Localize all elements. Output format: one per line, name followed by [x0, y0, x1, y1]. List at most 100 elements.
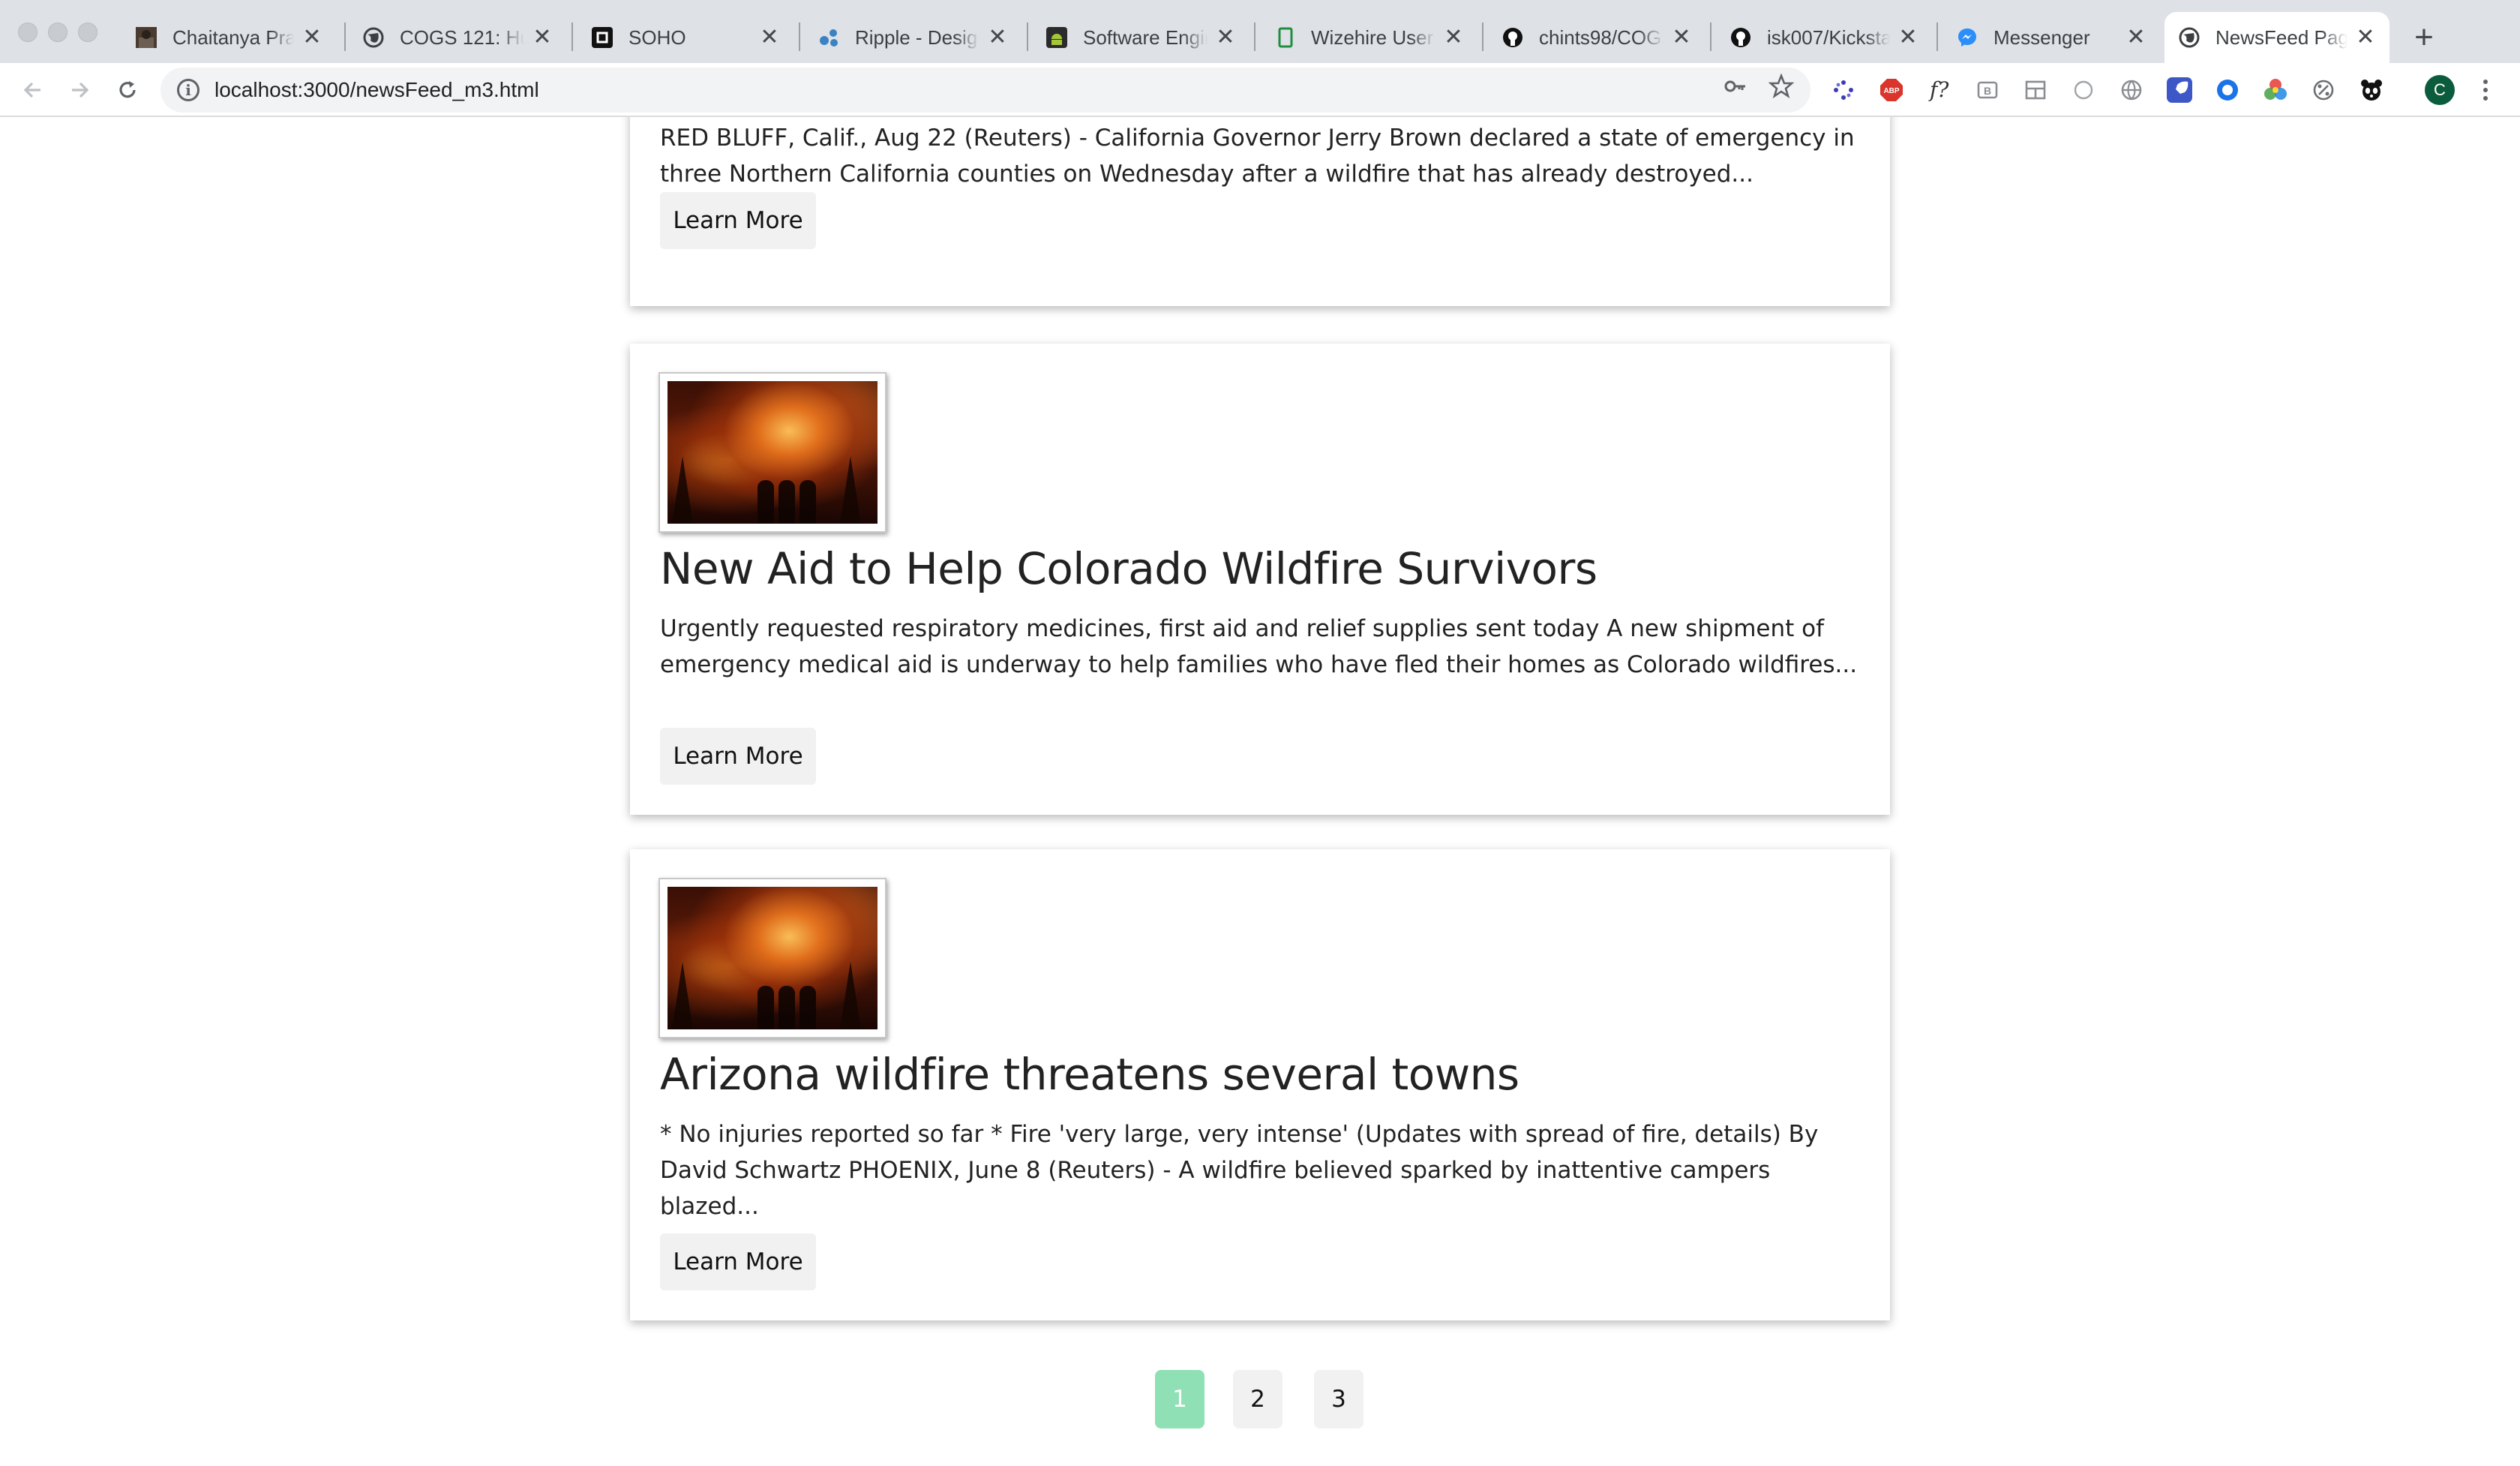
globe-icon: [362, 26, 385, 49]
new-tab-button[interactable]: +: [2408, 21, 2440, 54]
news-card: Arizona wildfire threatens several towns…: [630, 849, 1890, 1320]
tab-separator: [344, 23, 346, 51]
close-tab-icon[interactable]: ✕: [2355, 26, 2376, 49]
address-bar[interactable]: i localhost:3000/newsFeed_m3.html: [160, 68, 1810, 113]
close-tab-icon[interactable]: ✕: [987, 26, 1008, 49]
news-card-partial: RED BLUFF, Calif., Aug 22 (Reuters) - Ca…: [630, 117, 1890, 306]
close-tab-icon[interactable]: ✕: [2126, 26, 2146, 49]
browser-menu-icon[interactable]: [2476, 74, 2494, 107]
svg-text:f?: f?: [1928, 77, 1949, 102]
extension-percent-icon[interactable]: [2310, 77, 2337, 104]
font-finder-icon[interactable]: f?: [1926, 77, 1953, 104]
extension-ring-icon[interactable]: [2214, 77, 2241, 104]
back-arrow-icon: [23, 82, 40, 98]
extension-layout-icon[interactable]: [2022, 77, 2049, 104]
tab-title: Ripple - Design: [855, 26, 980, 49]
browser-tab[interactable]: SOHO ✕: [578, 12, 794, 63]
extension-panda-icon[interactable]: [2358, 77, 2385, 104]
close-tab-icon[interactable]: ✕: [1443, 26, 1464, 49]
color-picker-icon[interactable]: [2262, 77, 2289, 104]
browser-tab[interactable]: Ripple - Design ✕: [804, 12, 1022, 63]
tab-separator: [1710, 23, 1712, 51]
learn-more-button[interactable]: Learn More: [660, 728, 816, 785]
adblock-plus-icon[interactable]: ABP: [1878, 77, 1905, 104]
extension-globe-icon[interactable]: [2118, 77, 2145, 104]
close-tab-icon[interactable]: ✕: [532, 26, 553, 49]
page-2-button[interactable]: 2: [1233, 1370, 1282, 1428]
github-icon: [1730, 26, 1752, 49]
svg-text:ABP: ABP: [1883, 87, 1899, 95]
article-title[interactable]: Arizona wildfire threatens several towns: [660, 1049, 1520, 1100]
tab-title: Software Engin: [1083, 26, 1208, 49]
bookmark-star-icon[interactable]: [1768, 74, 1794, 99]
window-zoom-control[interactable]: [78, 23, 98, 42]
tab-title: Messenger: [1994, 26, 2090, 49]
extension-dots-icon[interactable]: [1830, 77, 1857, 104]
page-1-button[interactable]: 1: [1155, 1370, 1204, 1428]
browser-tab[interactable]: chints98/COGS ✕: [1488, 12, 1706, 63]
extension-circle-icon[interactable]: [2070, 77, 2097, 104]
tab-separator: [1482, 23, 1484, 51]
article-summary: Urgently requested respiratory medicines…: [660, 615, 1858, 678]
profile-photo-icon: [135, 26, 158, 49]
github-icon: [1502, 26, 1524, 49]
tab-title: Wizehire User: [1311, 26, 1434, 49]
tab-separator: [572, 23, 573, 51]
browser-tab[interactable]: isk007/Kickstar ✕: [1716, 12, 1932, 63]
profile-avatar[interactable]: C: [2425, 75, 2455, 105]
learn-more-button[interactable]: Learn More: [660, 1233, 816, 1290]
news-card: New Aid to Help Colorado Wildfire Surviv…: [630, 344, 1890, 815]
browser-tab[interactable]: Messenger ✕: [1942, 12, 2160, 63]
tab-separator: [1936, 23, 1938, 51]
browser-toolbar: i localhost:3000/newsFeed_m3.html ABP f?…: [0, 63, 2520, 117]
reload-button[interactable]: [112, 75, 142, 105]
tab-title: SOHO: [628, 26, 686, 49]
site-info-icon[interactable]: i: [177, 79, 200, 101]
soho-logo-icon: [591, 26, 614, 49]
tab-separator: [799, 23, 800, 51]
tab-title: COGS 121: Hum: [400, 26, 524, 49]
article-thumbnail[interactable]: [658, 878, 886, 1038]
wildfire-photo: [668, 381, 878, 524]
close-tab-icon[interactable]: ✕: [1215, 26, 1236, 49]
tab-title: Chaitanya Prash: [172, 26, 294, 49]
back-button[interactable]: [18, 75, 48, 105]
article-thumbnail[interactable]: [658, 372, 886, 533]
close-tab-icon[interactable]: ✕: [1671, 26, 1692, 49]
tab-separator: [1027, 23, 1028, 51]
browser-tab[interactable]: Software Engin ✕: [1032, 12, 1250, 63]
browser-tab[interactable]: Chaitanya Prash ✕: [122, 12, 336, 63]
learn-more-button[interactable]: Learn More: [660, 192, 816, 249]
forward-arrow-icon: [72, 82, 89, 98]
close-tab-icon[interactable]: ✕: [1898, 26, 1918, 49]
android-icon: [1046, 26, 1068, 49]
wildfire-photo: [668, 887, 878, 1029]
article-title[interactable]: New Aid to Help Colorado Wildfire Surviv…: [660, 543, 1598, 594]
ripple-logo-icon: [818, 26, 840, 49]
browser-tab[interactable]: COGS 121: Hum ✕: [349, 12, 566, 63]
key-icon[interactable]: [1722, 74, 1748, 99]
browser-tab-strip: Chaitanya Prash ✕ COGS 121: Hum ✕ SOHO ✕…: [0, 0, 2520, 63]
tab-title: chints98/COGS: [1539, 26, 1664, 49]
article-summary: RED BLUFF, Calif., Aug 22 (Reuters) - Ca…: [660, 125, 1855, 188]
close-tab-icon[interactable]: ✕: [759, 26, 780, 49]
window-close-control[interactable]: [18, 23, 38, 42]
tab-separator: [1254, 23, 1256, 51]
page-viewport: RED BLUFF, Calif., Aug 22 (Reuters) - Ca…: [0, 117, 2520, 1466]
window-minimize-control[interactable]: [48, 23, 68, 42]
svg-text:B: B: [1984, 85, 1991, 97]
forward-button[interactable]: [64, 75, 94, 105]
reload-icon: [119, 81, 136, 98]
close-tab-icon[interactable]: ✕: [302, 26, 322, 49]
tab-title: NewsFeed Pag: [2216, 26, 2348, 49]
globe-icon: [2178, 26, 2200, 49]
browser-tab-active[interactable]: NewsFeed Pag ✕: [2164, 12, 2390, 63]
url-text: localhost:3000/newsFeed_m3.html: [214, 78, 539, 101]
tab-title: isk007/Kickstar: [1767, 26, 1890, 49]
browser-tab[interactable]: Wizehire User ✕: [1260, 12, 1478, 63]
extension-rocket-icon[interactable]: [2166, 77, 2193, 104]
extension-b-icon[interactable]: B: [1974, 77, 2001, 104]
document-icon: [1274, 26, 1296, 49]
page-3-button[interactable]: 3: [1314, 1370, 1364, 1428]
pagination: 1 2 3: [0, 1370, 2520, 1428]
